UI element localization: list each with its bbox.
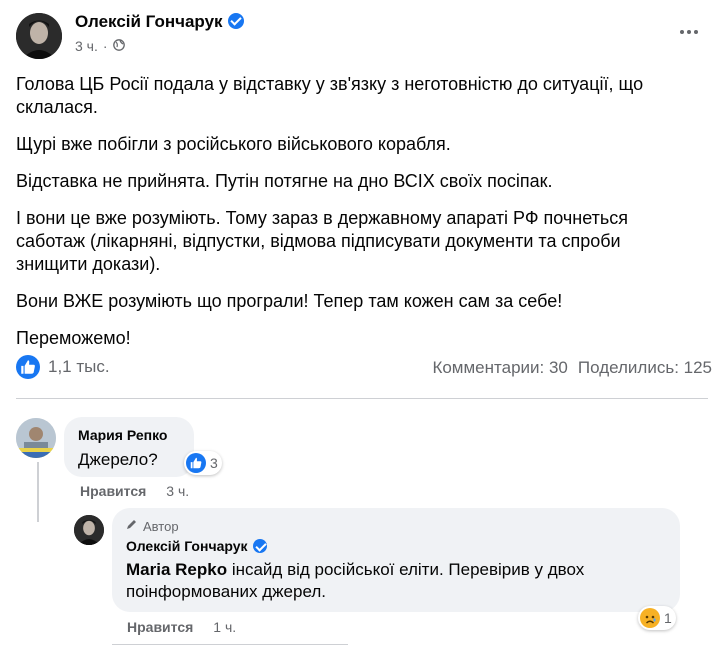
comment-bubble: Мария Репко Джерело? bbox=[64, 417, 194, 477]
divider bbox=[16, 398, 708, 399]
reaction-count: 1 bbox=[664, 610, 672, 626]
comment-time[interactable]: 3 ч. bbox=[166, 483, 189, 499]
reply-bubble: Автор Олексій Гончарук Maria Repko інсай… bbox=[112, 508, 680, 612]
reply-reactions[interactable]: 1 bbox=[638, 606, 676, 630]
commenter-avatar[interactable] bbox=[16, 418, 56, 458]
post-body: Голова ЦБ Росії подала у відставку у зв'… bbox=[16, 73, 676, 364]
post-time[interactable]: 3 ч. bbox=[75, 38, 98, 54]
author-badge: Автор bbox=[143, 518, 179, 534]
comments-count[interactable]: Комментарии: 30 bbox=[432, 358, 567, 378]
author-name[interactable]: Олексій Гончарук bbox=[75, 12, 223, 31]
post-paragraph: І вони це вже розуміють. Тому зараз в де… bbox=[16, 208, 629, 274]
verified-icon bbox=[227, 13, 244, 29]
sad-reaction-icon bbox=[640, 608, 660, 628]
reply-text: Maria Repko інсайд від російської еліти.… bbox=[126, 559, 666, 603]
globe-icon bbox=[112, 38, 125, 54]
reaction-count: 3 bbox=[210, 455, 218, 471]
reply-thread-line bbox=[37, 462, 39, 522]
reply-author-name[interactable]: Олексій Гончарук bbox=[126, 538, 248, 554]
divider bbox=[112, 644, 348, 645]
commenter-name[interactable]: Мария Репко bbox=[78, 427, 167, 443]
like-reply-button[interactable]: Нравится bbox=[127, 619, 193, 635]
post-paragraph: Вони ВЖЕ розуміють що програли! Тепер та… bbox=[16, 291, 563, 311]
shares-count[interactable]: Поделились: 125 bbox=[578, 358, 712, 378]
comment-reactions[interactable]: 3 bbox=[184, 451, 222, 475]
like-reaction-icon bbox=[186, 453, 206, 473]
reply-author-avatar[interactable] bbox=[74, 515, 104, 545]
comment-text: Джерело? bbox=[78, 450, 158, 469]
pencil-icon bbox=[126, 517, 138, 535]
verified-icon bbox=[252, 539, 267, 553]
likes-count[interactable]: 1,1 тыс. bbox=[48, 357, 110, 377]
post-paragraph: Переможемо! bbox=[16, 328, 131, 348]
author-avatar[interactable] bbox=[16, 13, 62, 59]
mention-link[interactable]: Maria Repko bbox=[126, 560, 227, 579]
reply-time[interactable]: 1 ч. bbox=[213, 619, 236, 635]
like-reaction-icon[interactable] bbox=[16, 355, 40, 379]
post-paragraph: Відставка не прийнята. Путін потягне на … bbox=[16, 171, 553, 191]
like-comment-button[interactable]: Нравится bbox=[80, 483, 146, 499]
post-paragraph: Щурі вже побігли з російського військово… bbox=[16, 134, 451, 154]
more-options-icon[interactable] bbox=[680, 30, 698, 34]
post-paragraph: Голова ЦБ Росії подала у відставку у зв'… bbox=[16, 74, 644, 117]
